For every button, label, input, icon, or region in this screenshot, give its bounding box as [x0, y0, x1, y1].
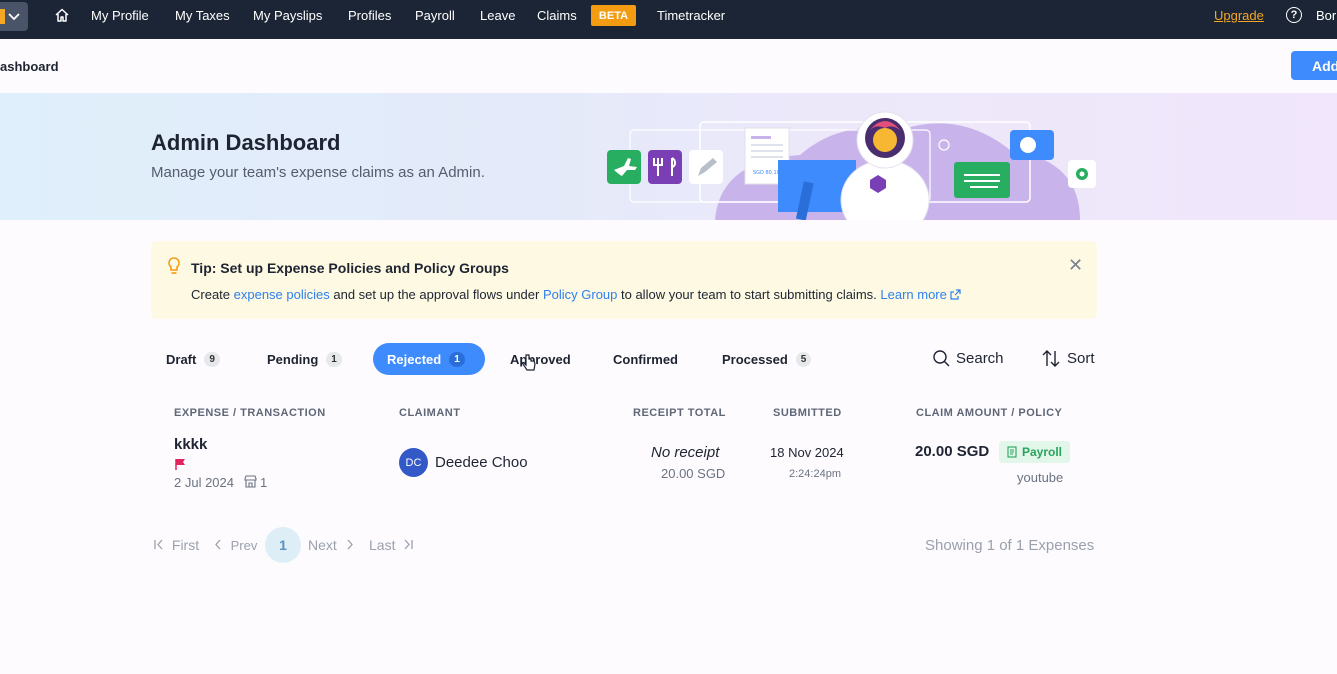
- claimant-name: Deedee Choo: [435, 454, 528, 471]
- nav-timetracker[interactable]: Timetracker: [657, 8, 725, 23]
- tab-draft[interactable]: Draft 9: [166, 343, 220, 375]
- tab-confirmed[interactable]: Confirmed: [613, 343, 678, 375]
- tab-processed[interactable]: Processed 5: [722, 343, 812, 375]
- category-label: youtube: [1017, 470, 1064, 485]
- app-logo-icon: [0, 9, 5, 24]
- submitted-time: 2:24:24pm: [789, 468, 841, 480]
- flag-icon: [175, 459, 185, 470]
- last-page-button[interactable]: Last: [369, 537, 414, 553]
- page-breadcrumb: ashboard: [0, 59, 59, 74]
- tab-approved[interactable]: Approved: [510, 343, 571, 375]
- tab-pending[interactable]: Pending 1: [267, 343, 342, 375]
- first-page-icon: [154, 539, 163, 550]
- tab-label: Processed: [722, 351, 788, 367]
- tab-count: 5: [795, 351, 812, 367]
- policy-label: Payroll: [1022, 445, 1063, 459]
- receipt-amount: 20.00 SGD: [661, 466, 726, 481]
- hero-illustration: SGD 80.10: [607, 111, 1096, 220]
- last-label: Last: [369, 537, 396, 553]
- top-navbar: My Profile My Taxes My Payslips Profiles…: [0, 0, 1337, 39]
- next-label: Next: [308, 537, 337, 553]
- sort-button[interactable]: Sort: [1042, 350, 1095, 367]
- nav-my-profile[interactable]: My Profile: [91, 8, 149, 23]
- submitted-date: 18 Nov 2024: [770, 445, 844, 460]
- home-icon[interactable]: [54, 7, 70, 23]
- first-page-button[interactable]: First: [154, 537, 199, 553]
- page-title: Admin Dashboard: [151, 130, 341, 155]
- search-icon: [933, 350, 950, 367]
- tab-label: Pending: [267, 351, 319, 367]
- prev-label: Prev: [230, 538, 258, 553]
- header-claimant: CLAIMANT: [399, 407, 461, 419]
- nav-leave[interactable]: Leave: [480, 8, 515, 23]
- tab-count: 9: [204, 351, 220, 367]
- hand-cursor-icon: [521, 354, 536, 371]
- tab-label: Confirmed: [613, 351, 678, 367]
- nav-my-payslips[interactable]: My Payslips: [253, 8, 322, 23]
- learn-more-link[interactable]: Learn more: [880, 287, 946, 302]
- nav-profiles[interactable]: Profiles: [348, 8, 391, 23]
- tip-text-1: Create: [191, 287, 234, 302]
- header-receipt-total: RECEIPT TOTAL: [633, 407, 726, 419]
- store-icon: [244, 475, 257, 488]
- receipt-status: No receipt: [651, 444, 720, 461]
- header-expense: EXPENSE / TRANSACTION: [174, 407, 326, 419]
- tip-body: Create expense policies and set up the a…: [191, 287, 962, 302]
- page-subtitle: Manage your team's expense claims as an …: [151, 164, 485, 181]
- chevron-left-icon: [215, 539, 221, 550]
- claim-amount: 20.00 SGD: [915, 443, 990, 460]
- tab-label: Approved: [510, 351, 571, 367]
- tip-title: Tip: Set up Expense Policies and Policy …: [191, 260, 509, 276]
- lightbulb-icon: [168, 257, 180, 274]
- user-menu[interactable]: Bor: [1316, 8, 1336, 23]
- app-switcher-button[interactable]: [0, 2, 28, 31]
- tab-count: 1: [449, 351, 465, 367]
- document-icon: [1007, 446, 1017, 458]
- expense-date: 2 Jul 2024: [174, 475, 234, 490]
- page-1-button[interactable]: 1: [265, 527, 301, 563]
- policy-group-link[interactable]: Policy Group: [543, 287, 617, 302]
- external-link-icon[interactable]: [950, 289, 962, 300]
- header-claim-amount: CLAIM AMOUNT / POLICY: [916, 407, 1063, 419]
- search-button[interactable]: Search: [933, 350, 1004, 367]
- upgrade-link[interactable]: Upgrade: [1214, 8, 1264, 23]
- add-button[interactable]: Add: [1291, 51, 1337, 80]
- svg-text:SGD 80.10: SGD 80.10: [753, 170, 780, 176]
- chevron-down-icon: [8, 12, 20, 20]
- nav-payroll[interactable]: Payroll: [415, 8, 455, 23]
- sort-label: Sort: [1067, 350, 1095, 367]
- tab-label: Rejected: [387, 351, 442, 367]
- first-label: First: [171, 537, 200, 553]
- merchant-count: 1: [260, 475, 268, 490]
- tab-label: Draft: [166, 351, 197, 367]
- pagination-summary: Showing 1 of 1 Expenses: [925, 537, 1095, 554]
- tab-rejected[interactable]: Rejected 1: [373, 343, 485, 375]
- avatar: DC: [399, 448, 428, 477]
- nav-claims[interactable]: Claims: [537, 8, 577, 23]
- beta-badge: BETA: [591, 5, 636, 26]
- tip-banner: [151, 241, 1097, 319]
- last-page-icon: [404, 539, 414, 550]
- expense-title: kkkk: [174, 436, 208, 453]
- close-icon[interactable]: ✕: [1068, 255, 1083, 276]
- chevron-right-icon: [347, 539, 353, 550]
- tab-count: 1: [326, 351, 342, 367]
- sort-icon: [1042, 350, 1060, 367]
- expense-policies-link[interactable]: expense policies: [234, 287, 330, 302]
- help-icon[interactable]: ?: [1286, 7, 1302, 23]
- food-icon: [648, 150, 682, 184]
- prev-page-button[interactable]: Prev: [214, 538, 257, 553]
- header-submitted: SUBMITTED: [773, 407, 842, 419]
- tip-text-3: to allow your team to start submitting c…: [617, 287, 881, 302]
- search-label: Search: [956, 350, 1004, 367]
- policy-badge: Payroll: [999, 441, 1070, 463]
- nav-my-taxes[interactable]: My Taxes: [175, 8, 230, 23]
- tip-text-2: and set up the approval flows under: [329, 287, 543, 302]
- next-page-button[interactable]: Next: [308, 537, 354, 553]
